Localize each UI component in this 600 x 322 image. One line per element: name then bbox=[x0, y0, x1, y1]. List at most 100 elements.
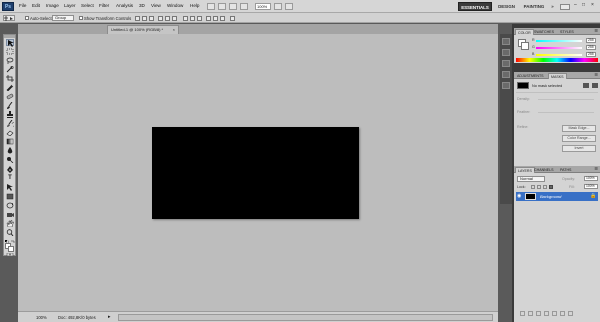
auto-select-checkbox[interactable] bbox=[25, 16, 29, 20]
hand-tool[interactable] bbox=[6, 220, 14, 227]
layer-style-icon[interactable] bbox=[528, 311, 533, 316]
lasso-tool[interactable] bbox=[6, 57, 14, 64]
color-panel-menu-icon[interactable]: ☰ bbox=[594, 28, 598, 33]
menu-help[interactable]: Help bbox=[190, 3, 199, 8]
lock-position-icon[interactable] bbox=[543, 185, 547, 189]
background-color-swatch[interactable] bbox=[8, 246, 14, 252]
link-layers-icon[interactable] bbox=[520, 311, 525, 316]
blur-tool[interactable] bbox=[6, 147, 14, 154]
menu-analysis[interactable]: Analysis bbox=[116, 3, 133, 8]
cs-live-icon[interactable] bbox=[560, 4, 570, 10]
move-tool[interactable] bbox=[6, 39, 14, 47]
menu-select[interactable]: Select bbox=[81, 3, 94, 8]
mask-edge-button[interactable]: Mask Edge... bbox=[562, 125, 596, 132]
layers-panel-menu-icon[interactable]: ☰ bbox=[594, 166, 598, 171]
document-canvas[interactable] bbox=[152, 127, 359, 219]
status-menu-arrow-icon[interactable]: ▸ bbox=[108, 314, 111, 320]
vector-mask-icon[interactable] bbox=[592, 83, 598, 88]
arrange-documents-icon[interactable] bbox=[274, 3, 282, 10]
channel-b-slider[interactable] bbox=[536, 54, 582, 56]
add-mask-icon[interactable] bbox=[536, 311, 541, 316]
status-zoom[interactable]: 100% bbox=[36, 315, 47, 320]
channel-g-slider[interactable] bbox=[536, 47, 582, 49]
invert-button[interactable]: Invert bbox=[562, 145, 596, 152]
menu-layer[interactable]: Layer bbox=[64, 3, 76, 8]
menu-file[interactable]: File bbox=[19, 3, 26, 8]
masks-panel-menu-icon[interactable]: ☰ bbox=[594, 72, 598, 77]
workspace-design-button[interactable]: DESIGN bbox=[495, 2, 518, 11]
align-bottom-icon[interactable] bbox=[149, 16, 154, 21]
swap-colors-icon[interactable] bbox=[11, 239, 15, 243]
channel-r-slider[interactable] bbox=[536, 40, 582, 42]
minibridge-icon[interactable] bbox=[218, 3, 226, 10]
workspace-painting-button[interactable]: PAINTING bbox=[520, 2, 548, 11]
menu-window[interactable]: Window bbox=[167, 3, 183, 8]
eyedropper-tool[interactable] bbox=[6, 84, 14, 91]
horizontal-scrollbar[interactable] bbox=[118, 314, 493, 321]
distribute-left-icon[interactable] bbox=[206, 16, 211, 21]
menu-3d[interactable]: 3D bbox=[139, 3, 145, 8]
character-panel-icon[interactable] bbox=[502, 71, 510, 78]
lock-all-icon[interactable] bbox=[549, 185, 553, 189]
auto-align-icon[interactable] bbox=[230, 16, 235, 21]
lock-pixels-icon[interactable] bbox=[537, 185, 541, 189]
path-selection-tool[interactable] bbox=[6, 184, 14, 191]
distribute-vcenter-icon[interactable] bbox=[190, 16, 195, 21]
layer-row[interactable]: ◉ Background 🔒 bbox=[516, 192, 598, 201]
extras-icon[interactable] bbox=[229, 3, 237, 10]
density-slider[interactable] bbox=[538, 99, 594, 100]
color-spectrum-bar[interactable] bbox=[516, 58, 598, 62]
channel-g-value[interactable]: 255 bbox=[586, 45, 596, 50]
brush-tool[interactable] bbox=[6, 102, 14, 109]
channel-r-value[interactable]: 255 bbox=[586, 38, 596, 43]
default-colors-icon[interactable] bbox=[5, 239, 9, 244]
mini-bridge-panel-icon[interactable] bbox=[502, 38, 510, 45]
workspace-more-button[interactable]: » bbox=[549, 2, 556, 11]
3d-rotate-tool[interactable] bbox=[6, 202, 14, 209]
adjustment-layer-icon[interactable] bbox=[544, 311, 549, 316]
color-panel-background-swatch[interactable] bbox=[521, 42, 529, 50]
delete-layer-icon[interactable] bbox=[568, 311, 573, 316]
tool-preset-picker[interactable] bbox=[3, 15, 15, 21]
clone-stamp-tool[interactable] bbox=[6, 111, 14, 118]
document-tab[interactable]: Untitled-1 @ 100% (RGB/8) * × bbox=[107, 25, 179, 34]
type-tool[interactable]: T bbox=[6, 175, 14, 182]
layer-visibility-eye-icon[interactable]: ◉ bbox=[517, 193, 521, 199]
menu-image[interactable]: Image bbox=[46, 3, 59, 8]
layer-name[interactable]: Background bbox=[540, 194, 561, 199]
color-range-button[interactable]: Color Range... bbox=[562, 135, 596, 142]
menu-edit[interactable]: Edit bbox=[32, 3, 40, 8]
maximize-button[interactable]: □ bbox=[582, 2, 585, 8]
align-right-icon[interactable] bbox=[172, 16, 177, 21]
align-vcenter-icon[interactable] bbox=[142, 16, 147, 21]
shape-tool[interactable] bbox=[6, 193, 14, 200]
show-transform-checkbox[interactable] bbox=[79, 16, 83, 20]
minimize-button[interactable]: – bbox=[574, 2, 577, 8]
close-tab-icon[interactable]: × bbox=[173, 26, 175, 34]
3d-camera-tool[interactable] bbox=[6, 211, 14, 218]
new-group-icon[interactable] bbox=[552, 311, 557, 316]
dodge-tool[interactable] bbox=[6, 156, 14, 163]
align-top-icon[interactable] bbox=[135, 16, 140, 21]
bridge-icon[interactable] bbox=[207, 3, 215, 10]
menu-filter[interactable]: Filter bbox=[99, 3, 109, 8]
paragraph-panel-icon[interactable] bbox=[502, 82, 510, 89]
quick-mask-button[interactable] bbox=[6, 253, 14, 256]
tools-panel-grip[interactable] bbox=[4, 35, 15, 38]
channel-b-value[interactable]: 255 bbox=[586, 52, 596, 57]
pen-tool[interactable] bbox=[6, 166, 14, 173]
brush-presets-panel-icon[interactable] bbox=[502, 60, 510, 67]
workspace-essentials-button[interactable]: ESSENTIALS bbox=[458, 2, 492, 11]
new-layer-icon[interactable] bbox=[560, 311, 565, 316]
zoom-tool[interactable] bbox=[6, 229, 14, 236]
screen-mode-icon[interactable] bbox=[285, 3, 293, 10]
healing-brush-tool[interactable] bbox=[6, 93, 14, 100]
pixel-mask-icon[interactable] bbox=[583, 83, 589, 88]
opacity-input[interactable]: 100% bbox=[584, 176, 598, 181]
distribute-hcenter-icon[interactable] bbox=[213, 16, 218, 21]
distribute-top-icon[interactable] bbox=[183, 16, 188, 21]
crop-tool[interactable] bbox=[6, 75, 14, 82]
align-left-icon[interactable] bbox=[158, 16, 163, 21]
eraser-tool[interactable] bbox=[6, 129, 14, 136]
marquee-tool[interactable] bbox=[6, 48, 14, 55]
